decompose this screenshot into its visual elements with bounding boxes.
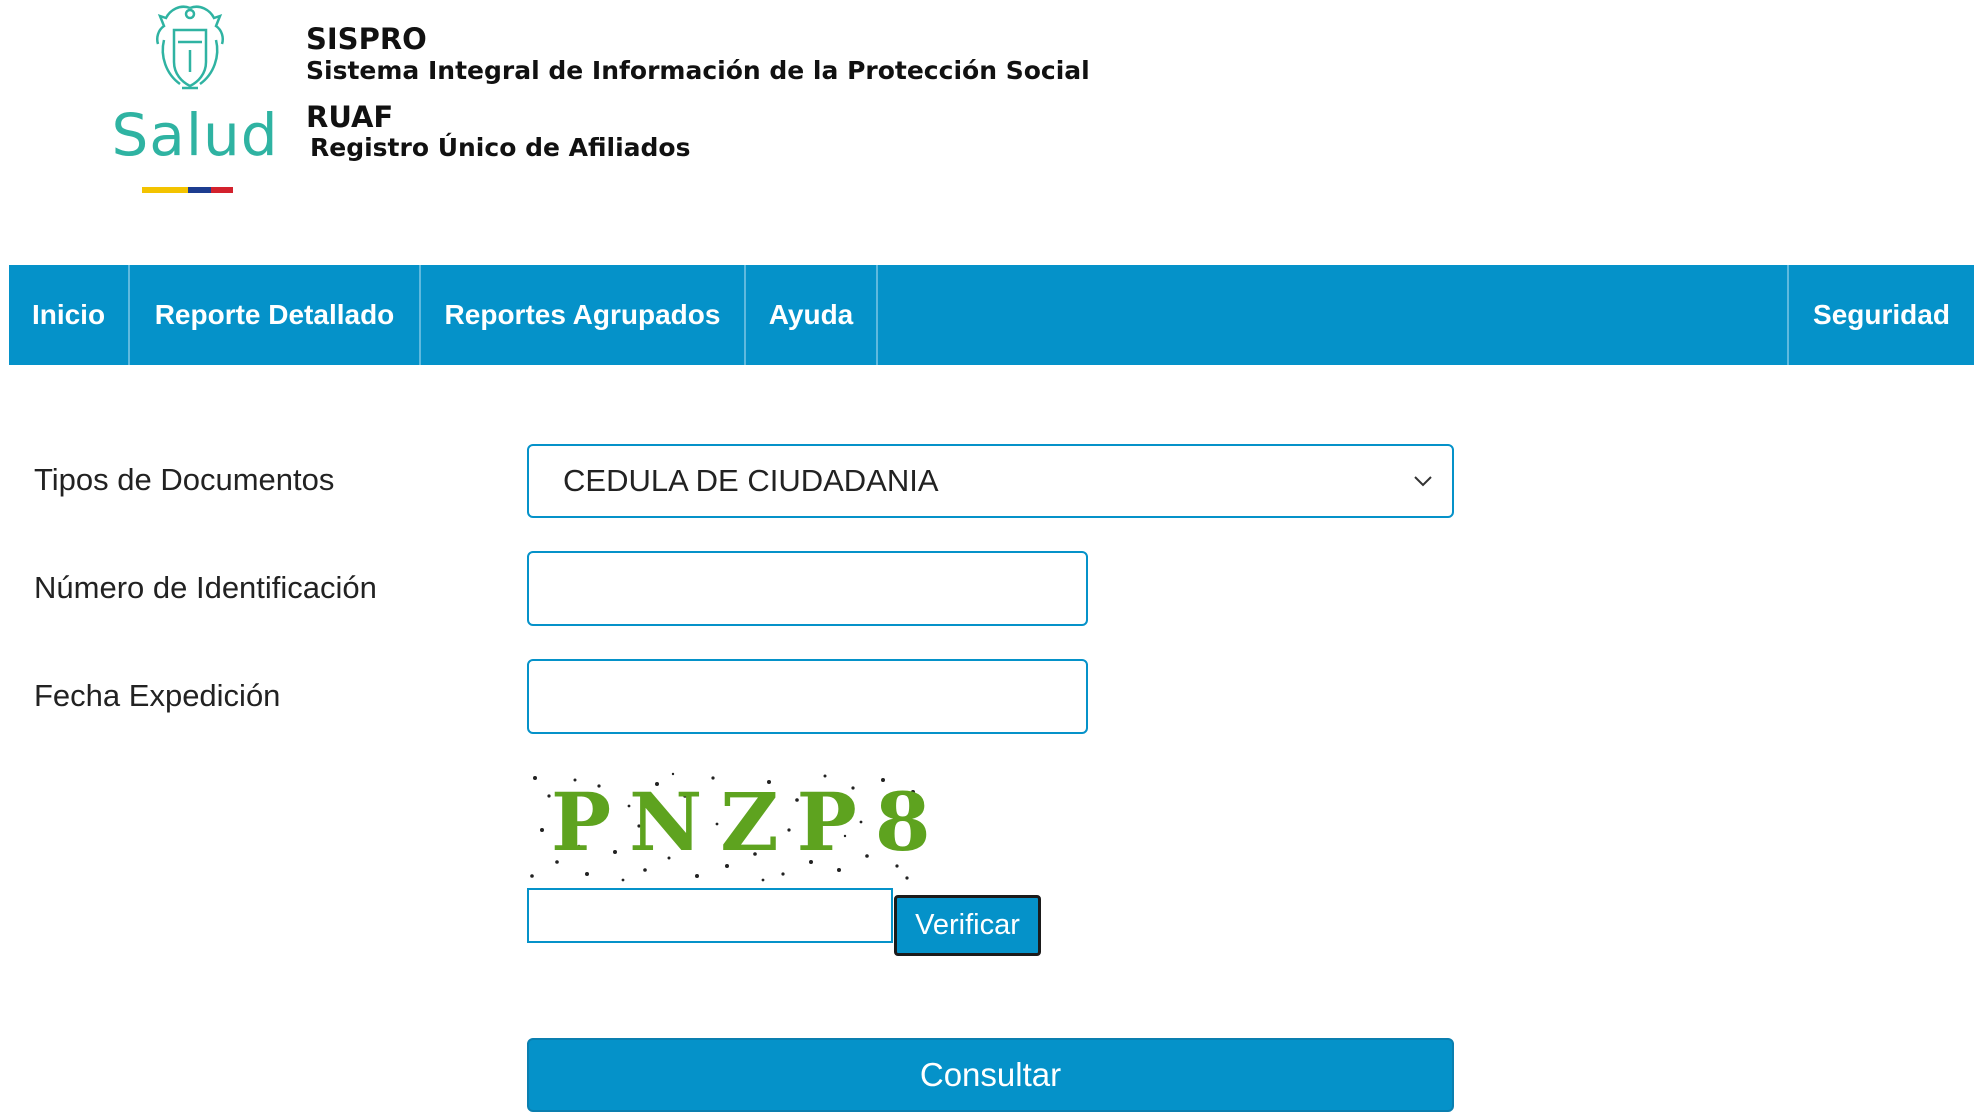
flag-stripe bbox=[142, 187, 233, 193]
nav-item-reportes-agrupados[interactable]: Reportes Agrupados bbox=[421, 265, 746, 365]
nav-item-seguridad[interactable]: Seguridad bbox=[1789, 265, 1974, 365]
nav-spacer bbox=[878, 265, 1789, 365]
salud-logo-text: Salud bbox=[111, 101, 279, 169]
issue-date-label: Fecha Expedición bbox=[34, 678, 281, 713]
module-name: RUAF bbox=[306, 100, 394, 134]
nav-item-inicio[interactable]: Inicio bbox=[9, 265, 130, 365]
chevron-down-icon bbox=[1414, 476, 1432, 487]
verify-button[interactable]: Verificar bbox=[894, 895, 1041, 956]
captcha-text: PNZP8 bbox=[551, 775, 927, 869]
system-name: SISPRO bbox=[306, 22, 427, 56]
consult-button[interactable]: Consultar bbox=[527, 1038, 1454, 1112]
id-number-label: Número de Identificación bbox=[34, 570, 377, 605]
system-full-name: Sistema Integral de Información de la Pr… bbox=[306, 56, 1090, 85]
header: Salud SISPRO Sistema Integral de Informa… bbox=[0, 0, 1975, 230]
salud-logo: Salud bbox=[100, 0, 290, 200]
nav-item-ayuda[interactable]: Ayuda bbox=[746, 265, 878, 365]
nav-item-reporte-detallado[interactable]: Reporte Detallado bbox=[130, 265, 421, 365]
module-full-name: Registro Único de Afiliados bbox=[310, 133, 691, 162]
doc-type-label: Tipos de Documentos bbox=[34, 462, 335, 497]
captcha-image: PNZP8 bbox=[527, 766, 927, 886]
header-titles: SISPRO Sistema Integral de Información d… bbox=[306, 22, 1090, 162]
main-nav: Inicio Reporte Detallado Reportes Agrupa… bbox=[9, 265, 1974, 365]
captcha-input[interactable] bbox=[527, 888, 893, 943]
doc-type-selected-value: CEDULA DE CIUDADANIA bbox=[563, 463, 939, 498]
id-number-input[interactable] bbox=[527, 551, 1088, 626]
issue-date-input[interactable] bbox=[527, 659, 1088, 734]
doc-type-select[interactable]: CEDULA DE CIUDADANIA bbox=[527, 444, 1454, 518]
coat-of-arms-icon bbox=[156, 5, 224, 90]
